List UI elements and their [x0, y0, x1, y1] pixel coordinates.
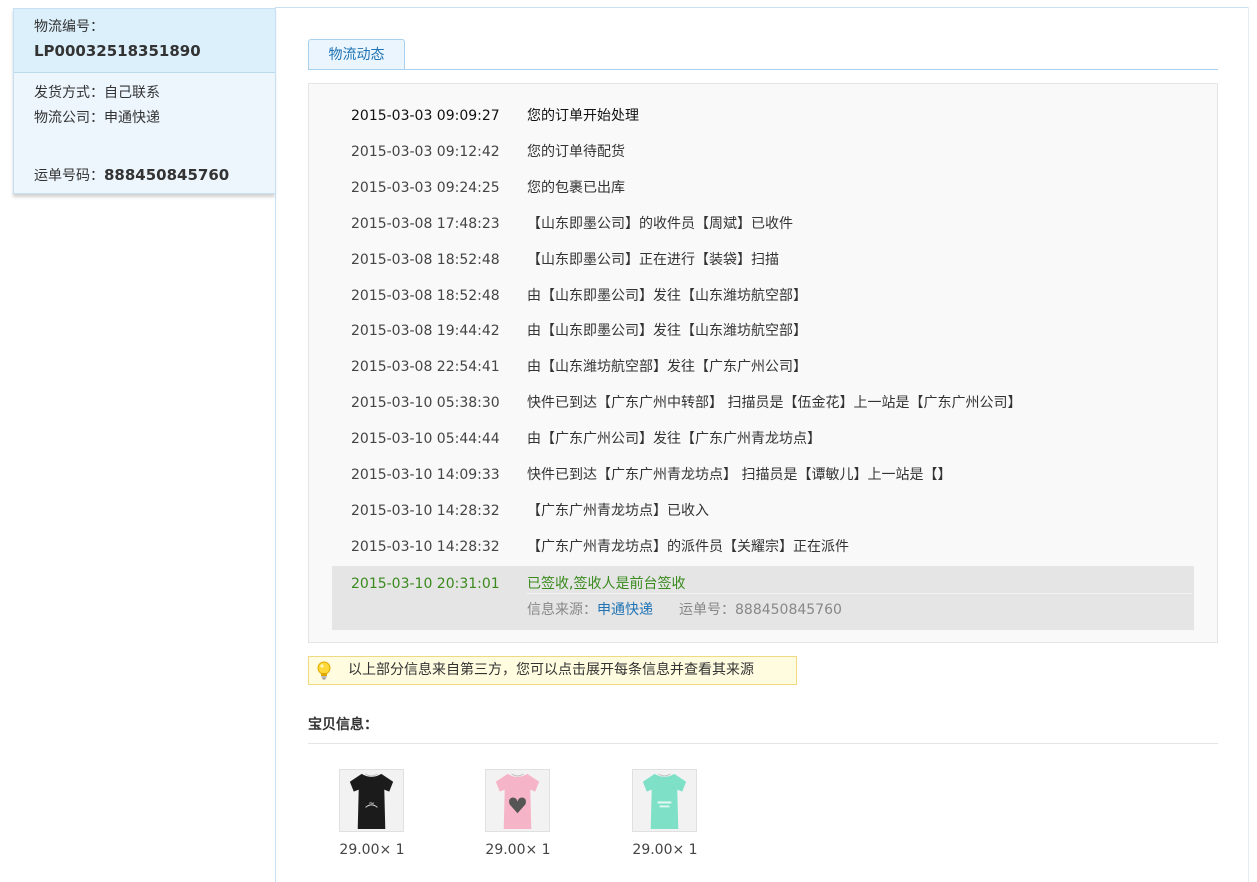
waybill-number: 运单号码：888450845760 [34, 163, 275, 189]
items-divider [308, 743, 1218, 744]
timeline-text: 由【山东即墨公司】发往【山东潍坊航空部】 [527, 323, 807, 340]
timeline-text: 由【山东即墨公司】发往【山东潍坊航空部】 [527, 287, 807, 304]
timeline-text: 您的订单待配货 [527, 143, 625, 160]
latest-waybill-value: 888450845760 [735, 602, 842, 618]
timeline-entry[interactable]: 2015-03-08 17:48:23 【山东即墨公司】的收件员【周斌】已收件 [351, 206, 793, 242]
logistics-company: 物流公司：申通快递 [34, 110, 160, 126]
timeline-entry[interactable]: 2015-03-10 14:28:32 【广东广州青龙坊点】已收入 [351, 493, 709, 529]
timeline-entry[interactable]: 2015-03-08 18:52:48 由【山东即墨公司】发往【山东潍坊航空部】 [351, 278, 807, 314]
item-card[interactable]: 29.00× 1 [632, 769, 698, 858]
waybill-value: 888450845760 [104, 166, 230, 184]
timeline-entry[interactable]: 2015-03-03 09:24:25 您的包裹已出库 [351, 170, 625, 206]
source-label: 信息来源： [527, 602, 597, 618]
item-thumbnail[interactable]: ~ [339, 769, 404, 832]
timeline-time: 2015-03-10 20:31:01 [351, 576, 500, 592]
tab-underline [308, 69, 1218, 70]
item-card[interactable]: ~29.00× 1 [339, 769, 405, 858]
timeline-time: 2015-03-03 09:12:42 [351, 143, 500, 160]
timeline-time: 2015-03-03 09:09:27 [351, 108, 500, 124]
timeline-entry[interactable]: 2015-03-08 19:44:42 由【山东即墨公司】发往【山东潍坊航空部】 [351, 313, 807, 349]
timeline-time: 2015-03-08 18:52:48 [351, 287, 500, 304]
timeline-time: 2015-03-10 14:09:33 [351, 467, 500, 483]
timeline-time: 2015-03-03 09:24:25 [351, 179, 500, 196]
timeline-latest-entry[interactable]: 2015-03-10 20:31:01 已签收,签收人是前台签收 信息来源：申通快… [332, 566, 1194, 630]
timeline-entry[interactable]: 2015-03-10 14:09:33 快件已到达【广东广州青龙坊点】 扫描员是【… [351, 457, 951, 493]
timeline-time: 2015-03-10 05:38:30 [351, 395, 500, 412]
item-thumbnail[interactable] [485, 769, 550, 832]
shipping-method: 发货方式：自己联系 [34, 85, 160, 101]
timeline-entry[interactable]: 2015-03-08 18:52:48 【山东即墨公司】正在进行【装袋】扫描 [351, 242, 779, 278]
items-title: 宝贝信息： [308, 717, 378, 733]
timeline-time: 2015-03-08 18:52:48 [351, 251, 500, 268]
logistics-timeline: 2015-03-10 20:31:01 已签收,签收人是前台签收 信息来源：申通快… [308, 83, 1218, 643]
item-thumbnail[interactable] [632, 769, 697, 832]
timeline-time: 2015-03-08 22:54:41 [351, 359, 500, 376]
tab-logistics-updates[interactable]: 物流动态 [308, 39, 405, 70]
timeline-entry[interactable]: 2015-03-03 09:12:42 您的订单待配货 [351, 134, 625, 170]
timeline-time: 2015-03-08 17:48:23 [351, 215, 500, 232]
notice-text: 以上部分信息来自第三方，您可以点击展开每条信息并查看其来源 [348, 662, 754, 678]
timeline-time: 2015-03-08 19:44:42 [351, 323, 500, 340]
timeline-time: 2015-03-10 14:28:32 [351, 502, 500, 519]
item-card[interactable]: 29.00× 1 [485, 769, 551, 858]
timeline-text: 已签收,签收人是前台签收 [527, 576, 686, 592]
timeline-source: 信息来源：申通快递 运单号：888450845760 [527, 598, 842, 622]
timeline-text: 【山东即墨公司】正在进行【装袋】扫描 [527, 251, 779, 268]
item-price: 29.00× 1 [632, 842, 698, 858]
timeline-text: 【广东广州青龙坊点】的派件员【关耀宗】正在派件 [527, 538, 849, 555]
lightbulb-icon [317, 661, 331, 680]
latest-waybill-label: 运单号： [679, 602, 735, 618]
timeline-text: 由【山东潍坊航空部】发往【广东广州公司】 [527, 359, 807, 376]
timeline-text: 快件已到达【广东广州中转部】 扫描员是【伍金花】上一站是【广东广州公司】 [527, 395, 1022, 412]
timeline-text: 由【广东广州公司】发往【广东广州青龙坊点】 [527, 431, 821, 448]
waybill-label: 运单号码： [34, 168, 104, 184]
svg-text:~: ~ [368, 798, 375, 807]
panel-right-border [1248, 7, 1249, 882]
logistics-number-label: 物流编号： [34, 19, 104, 35]
timeline-entry[interactable]: 2015-03-03 09:09:27 您的订单开始处理 [351, 98, 639, 134]
third-party-notice: 以上部分信息来自第三方，您可以点击展开每条信息并查看其来源 [308, 656, 797, 685]
timeline-text: 您的包裹已出库 [527, 179, 625, 196]
item-price: 29.00× 1 [339, 842, 405, 858]
timeline-text: 【广东广州青龙坊点】已收入 [527, 502, 709, 519]
timeline-text: 快件已到达【广东广州青龙坊点】 扫描员是【谭敏儿】上一站是【】 [527, 467, 952, 483]
logistics-details-section: 发货方式：自己联系 物流公司：申通快递 运单号码：888450845760 [14, 73, 275, 189]
timeline-entry[interactable]: 2015-03-10 05:38:30 快件已到达【广东广州中转部】 扫描员是【伍… [351, 385, 1021, 421]
timeline-text: 您的订单开始处理 [527, 108, 639, 124]
timeline-time: 2015-03-10 05:44:44 [351, 431, 500, 448]
timeline-entry[interactable]: 2015-03-08 22:54:41 由【山东潍坊航空部】发往【广东广州公司】 [351, 349, 807, 385]
logistics-info-card: 物流编号： LP00032518351890 发货方式：自己联系 物流公司：申通… [13, 8, 275, 194]
panel-top-border [275, 7, 1249, 8]
source-link[interactable]: 申通快递 [597, 602, 653, 618]
timeline-entry[interactable]: 2015-03-10 05:44:44 由【广东广州公司】发往【广东广州青龙坊点】 [351, 421, 821, 457]
logistics-number-section: 物流编号： LP00032518351890 [14, 9, 275, 73]
item-price: 29.00× 1 [485, 842, 551, 858]
timeline-entry[interactable]: 2015-03-10 14:28:32 【广东广州青龙坊点】的派件员【关耀宗】正在… [351, 529, 849, 565]
logistics-number-value: LP00032518351890 [34, 42, 201, 60]
timeline-time: 2015-03-10 14:28:32 [351, 538, 500, 555]
panel-divider [275, 8, 276, 882]
timeline-text: 【山东即墨公司】的收件员【周斌】已收件 [527, 215, 793, 232]
